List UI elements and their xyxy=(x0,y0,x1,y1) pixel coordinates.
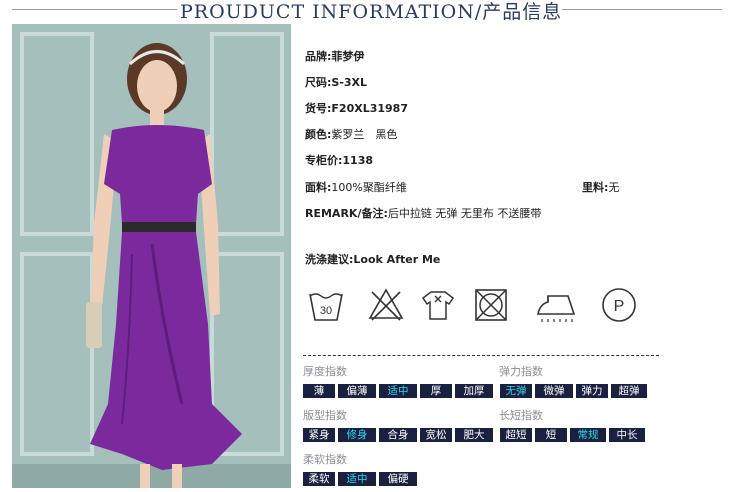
color-value: 紫罗兰 黑色 xyxy=(331,128,398,141)
length-option: 常规 xyxy=(570,428,606,442)
thickness-options: 薄偏薄 适中厚加厚 xyxy=(303,384,493,398)
iron-icon xyxy=(534,286,576,324)
fit-option: 紧身 xyxy=(303,428,335,442)
dry-clean-letter: P xyxy=(614,298,625,315)
brand-value: 菲梦伊 xyxy=(331,50,365,63)
length-options: 超短短常规 中长 xyxy=(500,428,645,442)
color-label: 颜色: xyxy=(305,128,332,141)
fabric-row: 面料:100%聚酯纤维 xyxy=(305,179,407,195)
brand-row: 品牌:菲梦伊 xyxy=(305,48,364,64)
thickness-label: 厚度指数 xyxy=(303,365,347,378)
length-label: 长短指数 xyxy=(499,409,543,422)
fabric-label: 面料: xyxy=(305,181,332,194)
wash-row: 洗涤建议:Look After Me xyxy=(305,251,440,267)
fit-option: 修身 xyxy=(338,428,376,442)
size-value: S-3XL xyxy=(331,76,368,89)
thickness-option: 薄 xyxy=(303,384,335,398)
fit-option: 肥大 xyxy=(455,428,493,442)
thickness-option: 厚 xyxy=(420,384,452,398)
elasticity-option: 微弹 xyxy=(535,384,573,398)
softness-option: 适中 xyxy=(338,472,376,486)
brand-label: 品牌: xyxy=(305,50,332,63)
wash-temp-text: 30 xyxy=(320,305,332,317)
divider xyxy=(303,355,659,356)
sku-value: F20XL31987 xyxy=(331,102,408,115)
no-tumble-dry-icon xyxy=(472,286,510,324)
fit-options: 紧身 修身 合身 宽松 肥大 xyxy=(303,428,493,442)
length-option: 短 xyxy=(535,428,567,442)
fit-option: 合身 xyxy=(379,428,417,442)
wash-30-icon: 30 xyxy=(307,286,345,324)
thickness-option: 适中 xyxy=(379,384,417,398)
product-photo xyxy=(12,24,291,488)
remark-label: REMARK/备注: xyxy=(305,207,388,220)
price-label: 专柜价: xyxy=(305,154,343,167)
sku-label: 货号: xyxy=(305,102,332,115)
remark-row: REMARK/备注:后中拉链 无弹 无里布 不送腰带 xyxy=(305,205,541,221)
softness-options: 柔软 适中 偏硬 xyxy=(303,472,417,486)
softness-option: 偏硬 xyxy=(379,472,417,486)
elasticity-label: 弹力指数 xyxy=(499,365,543,378)
fit-label: 版型指数 xyxy=(303,409,347,422)
wash-value: Look After Me xyxy=(353,253,441,266)
wash-label: 洗涤建议: xyxy=(305,253,354,266)
elasticity-option: 弹力 xyxy=(576,384,608,398)
size-label: 尺码: xyxy=(305,76,332,89)
lining-value: 无 xyxy=(608,181,620,194)
softness-label: 柔软指数 xyxy=(303,453,347,466)
lining-row: 里料:无 xyxy=(582,179,619,195)
thickness-option: 加厚 xyxy=(455,384,493,398)
price-row: 专柜价:1138 xyxy=(305,152,373,168)
dry-clean-p-icon: P xyxy=(600,286,638,324)
header-rule-left xyxy=(12,9,177,10)
elasticity-option: 无弹 xyxy=(500,384,532,398)
elasticity-options: 无弹 微弹 弹力 超弹 xyxy=(500,384,647,398)
size-row: 尺码:S-3XL xyxy=(305,74,367,90)
page-title: PROUDUCT INFORMATION/产品信息 xyxy=(180,1,563,23)
length-option: 超短 xyxy=(500,428,532,442)
sku-row: 货号:F20XL31987 xyxy=(305,100,408,116)
section-header: PROUDUCT INFORMATION/产品信息 xyxy=(0,0,730,26)
remark-value: 后中拉链 无弹 无里布 不送腰带 xyxy=(387,207,542,220)
thickness-option: 偏薄 xyxy=(338,384,376,398)
lining-label: 里料: xyxy=(582,181,609,194)
header-rule-right xyxy=(562,9,722,10)
no-bleach-icon xyxy=(367,286,405,324)
fabric-value: 100%聚酯纤维 xyxy=(331,181,407,194)
color-row: 颜色:紫罗兰 黑色 xyxy=(305,126,397,142)
price-value: 1138 xyxy=(342,154,374,167)
hang-dry-icon xyxy=(419,286,457,324)
elasticity-option: 超弹 xyxy=(611,384,647,398)
softness-option: 柔软 xyxy=(303,472,335,486)
fit-option: 宽松 xyxy=(420,428,452,442)
length-option: 中长 xyxy=(609,428,645,442)
